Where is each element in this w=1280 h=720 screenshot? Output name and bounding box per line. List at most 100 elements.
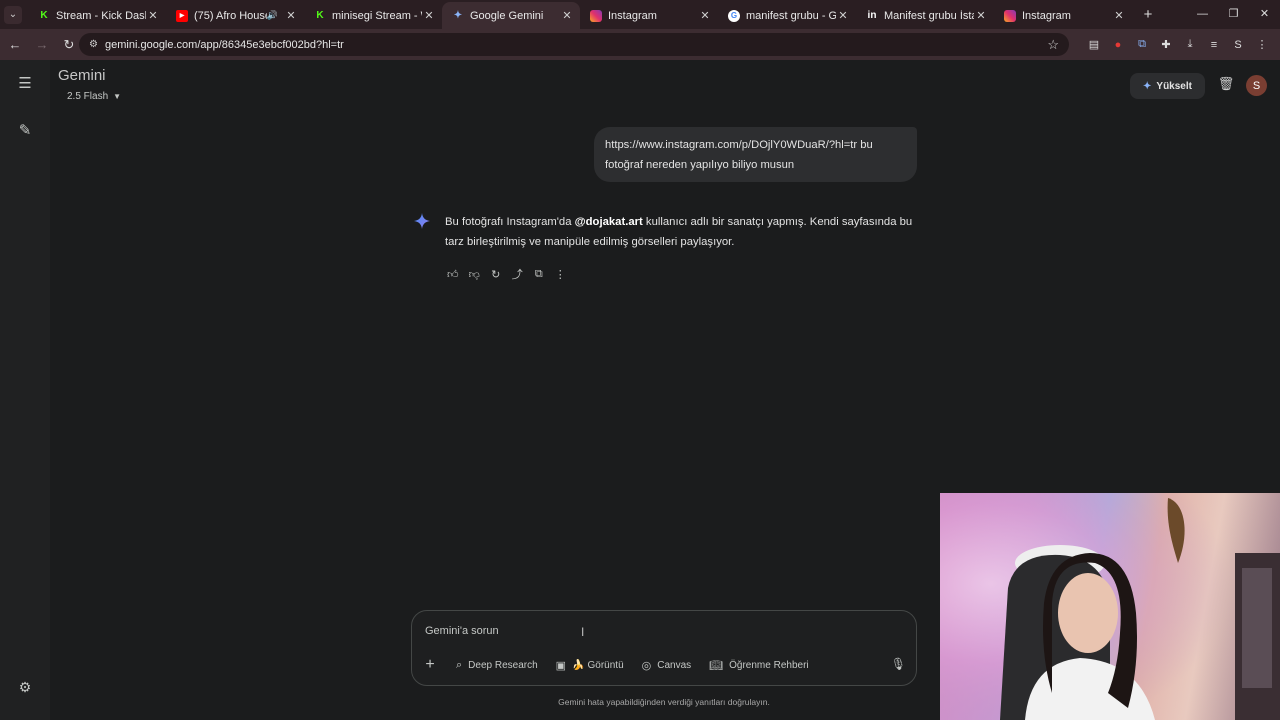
- deep-research-icon: ⌕: [456, 658, 463, 671]
- new-tab-button[interactable]: +: [1136, 6, 1160, 23]
- close-icon[interactable]: ✕: [1112, 9, 1126, 22]
- address-bar[interactable]: ⚙ gemini.google.com/app/86345e3ebcf002bd…: [79, 33, 1069, 56]
- more-options-icon[interactable]: ⋮: [550, 265, 572, 283]
- instagram-icon: [1004, 9, 1016, 22]
- window-controls: — ❐ ✕: [1187, 0, 1280, 29]
- tab-google-gemini[interactable]: ✦ Google Gemini ✕: [442, 2, 580, 29]
- tab-instagram-2[interactable]: Instagram ✕: [994, 2, 1132, 29]
- learning-guide-label: Öğrenme Rehberi: [729, 659, 809, 671]
- extensions-puzzle-icon[interactable]: ✚: [1154, 33, 1178, 56]
- model-label: 2.5 Flash: [67, 91, 109, 102]
- close-icon[interactable]: ✕: [284, 9, 298, 22]
- upgrade-label: Yükselt: [1156, 80, 1192, 92]
- tab-label: manifest grubu - Google: [746, 9, 836, 22]
- tab-label: Instagram: [608, 9, 657, 22]
- app-title: Gemini: [58, 67, 106, 84]
- url-text: gemini.google.com/app/86345e3ebcf002bd?h…: [105, 38, 344, 51]
- answer-prefix: Bu fotoğrafı Instagram'da: [445, 216, 575, 228]
- menu-dots-icon[interactable]: ⋮: [1250, 33, 1274, 56]
- image-icon: ▣: [555, 659, 567, 672]
- answer-actions: 👍︎ 👎︎ ↻ ⤴ ⧉ ⋮: [442, 265, 571, 283]
- tab-kick-dashboard[interactable]: K Stream - Kick Dashboard ✕: [28, 2, 166, 29]
- close-icon[interactable]: ✕: [836, 9, 850, 22]
- back-icon[interactable]: ←: [3, 33, 27, 57]
- avatar[interactable]: S: [1246, 75, 1267, 96]
- instagram-icon: [590, 9, 602, 22]
- gemini-icon: ✦: [453, 10, 463, 21]
- profile-icon[interactable]: S: [1226, 33, 1250, 56]
- webcam-overlay: [940, 493, 1280, 720]
- tab-manifest-google[interactable]: G manifest grubu - Google ✕: [718, 2, 856, 29]
- deep-research-button[interactable]: ⌕ Deep Research: [456, 659, 538, 672]
- caret-down-icon: ▼: [113, 92, 122, 101]
- forward-icon[interactable]: →: [30, 33, 54, 57]
- youtube-icon: ▶: [176, 9, 188, 22]
- gift-icon[interactable]: 🗑: [1216, 76, 1236, 96]
- composer-tools: + ⌕ Deep Research ▣ 🍌 Görüntü ◎ Canvas 📖…: [420, 655, 827, 675]
- canvas-label: Canvas: [657, 659, 692, 671]
- extension-icons: ▤ ● ⧉ ✚ ⤓ ≡ S ⋮: [1082, 33, 1274, 56]
- microphone-icon[interactable]: 🎙︎: [891, 657, 906, 671]
- tab-label: Manifest grubu İstanbul: [884, 9, 974, 22]
- menu-icon[interactable]: ☰: [15, 73, 35, 93]
- media-control-icon[interactable]: ≡: [1202, 33, 1226, 56]
- add-attachment-icon[interactable]: +: [420, 656, 440, 674]
- thumbs-up-icon[interactable]: 👍︎: [442, 265, 464, 283]
- close-icon[interactable]: ✕: [560, 9, 574, 22]
- tab-minisegi-stream[interactable]: K minisegi Stream - Watch ✕: [304, 2, 442, 29]
- tab-manifest-linkedin[interactable]: in Manifest grubu İstanbul ✕: [856, 2, 994, 29]
- translate-icon[interactable]: ⧉: [1130, 33, 1154, 56]
- kick-icon: K: [316, 10, 324, 21]
- linkedin-icon: in: [867, 10, 877, 21]
- extension-red-icon[interactable]: ●: [1106, 33, 1130, 56]
- tab-label: minisegi Stream - Watch: [332, 9, 422, 22]
- close-icon[interactable]: ✕: [146, 9, 160, 22]
- settings-gear-icon[interactable]: ⚙: [15, 677, 35, 697]
- reload-icon[interactable]: ↻: [57, 33, 81, 57]
- tab-label: (75) Afro House Sunse: [194, 9, 267, 22]
- user-message: https://www.instagram.com/p/DOjlY0WDuaR/…: [594, 127, 917, 182]
- close-icon[interactable]: ✕: [422, 9, 436, 22]
- prompt-composer[interactable]: Gemini'a sorun I + ⌕ Deep Research ▣ 🍌 G…: [411, 610, 917, 686]
- banana-icon: 🍌: [572, 659, 585, 671]
- regenerate-icon[interactable]: ↻: [485, 265, 507, 283]
- upgrade-button[interactable]: ✦ Yükselt: [1130, 73, 1205, 99]
- prompt-input[interactable]: Gemini'a sorun: [425, 625, 499, 637]
- tab-label: Instagram: [1022, 9, 1071, 22]
- gemini-spark-icon: [414, 213, 430, 229]
- tab-label: Stream - Kick Dashboard: [56, 9, 146, 22]
- bookmark-star-icon[interactable]: ☆: [1047, 37, 1059, 53]
- share-icon[interactable]: ⤴: [507, 265, 529, 283]
- learning-guide-button[interactable]: 📖︎ Öğrenme Rehberi: [709, 659, 808, 672]
- image-button[interactable]: ▣ 🍌 Görüntü: [556, 659, 624, 672]
- text-cursor-icon: I: [581, 625, 585, 639]
- answer-handle: @dojakat.art: [574, 216, 643, 228]
- minimize-icon[interactable]: —: [1187, 0, 1218, 29]
- thumbs-down-icon[interactable]: 👎︎: [464, 265, 486, 283]
- close-icon[interactable]: ✕: [698, 9, 712, 22]
- book-icon: 📖︎: [709, 659, 724, 672]
- google-icon: G: [728, 9, 740, 22]
- restore-icon[interactable]: ❐: [1218, 0, 1249, 29]
- model-selector[interactable]: 2.5 Flash ▼: [60, 87, 128, 106]
- kick-icon: K: [40, 10, 48, 21]
- tab-strip: ⌄ K Stream - Kick Dashboard ✕ ▶ (75) Afr…: [0, 0, 1280, 29]
- webcam-image: [940, 493, 1280, 720]
- site-info-icon[interactable]: ⚙: [89, 39, 103, 50]
- tab-instagram[interactable]: Instagram ✕: [580, 2, 718, 29]
- close-icon[interactable]: ✕: [974, 9, 988, 22]
- new-chat-icon[interactable]: ✎: [15, 120, 35, 140]
- tab-capture-icon[interactable]: ▤: [1082, 33, 1106, 56]
- model-answer: Bu fotoğrafı Instagram'da @dojakat.art k…: [445, 212, 920, 252]
- canvas-icon: ◎: [641, 659, 652, 672]
- browser-toolbar: ← → ↻ ⚙ gemini.google.com/app/86345e3ebc…: [0, 29, 1280, 60]
- copy-icon[interactable]: ⧉: [528, 265, 550, 283]
- tab-youtube[interactable]: ▶ (75) Afro House Sunse 🔊 ✕: [166, 2, 304, 29]
- sparkle-icon: ✦: [1143, 80, 1152, 92]
- speaker-icon[interactable]: 🔊: [267, 10, 278, 21]
- canvas-button[interactable]: ◎ Canvas: [642, 659, 692, 672]
- close-window-icon[interactable]: ✕: [1249, 0, 1280, 29]
- tab-search-icon[interactable]: ⌄: [4, 5, 22, 24]
- download-icon[interactable]: ⤓: [1178, 33, 1202, 56]
- side-rail: ☰ ✎: [0, 60, 50, 720]
